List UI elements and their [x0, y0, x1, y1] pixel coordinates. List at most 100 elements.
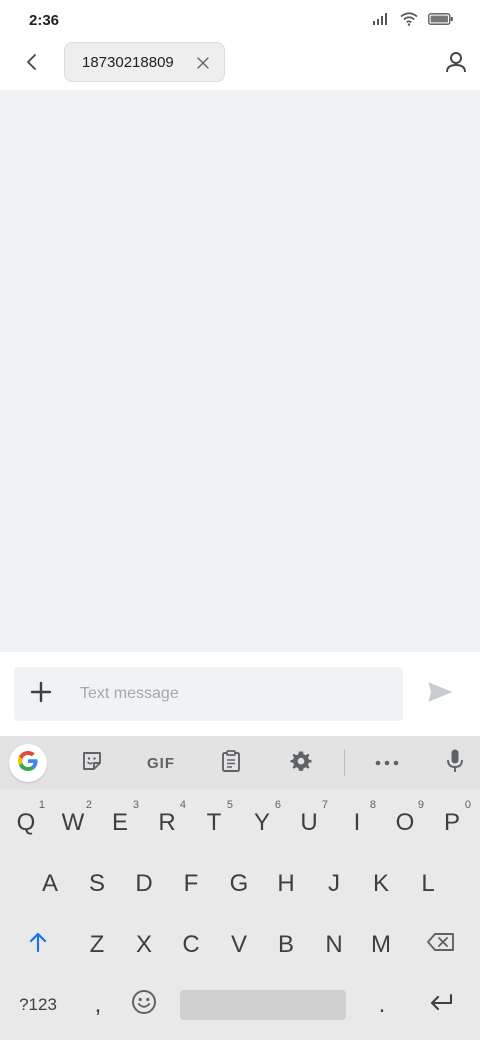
keyboard-toolbar: GIF — [0, 736, 480, 790]
comma-key[interactable]: , — [75, 975, 121, 1035]
conversation-area[interactable] — [0, 90, 480, 652]
key-label: K — [372, 870, 389, 897]
key-e[interactable]: 3E — [97, 793, 143, 853]
close-icon[interactable] — [194, 54, 212, 72]
key-hint: 9 — [417, 799, 424, 811]
key-d[interactable]: D — [121, 854, 167, 914]
key-x[interactable]: X — [121, 915, 167, 975]
send-icon — [427, 681, 453, 708]
key-label: N — [325, 931, 343, 958]
key-w[interactable]: 2W — [50, 793, 96, 853]
contact-button[interactable] — [440, 48, 472, 80]
more-button[interactable] — [368, 745, 406, 781]
status-bar: 2:36 — [0, 0, 480, 42]
key-hint: 1 — [38, 799, 45, 811]
key-label: B — [277, 931, 294, 958]
key-label: L — [421, 870, 435, 897]
key-row-4: ?123 , . — [0, 975, 480, 1035]
key-label: A — [41, 870, 58, 897]
key-label: S — [88, 870, 105, 897]
key-label: C — [182, 931, 200, 958]
key-label: O — [395, 809, 415, 836]
key-g[interactable]: G — [216, 854, 262, 914]
key-a[interactable]: A — [27, 854, 73, 914]
key-hint: 7 — [321, 799, 328, 811]
emoji-key[interactable] — [121, 975, 167, 1035]
key-r[interactable]: 4R — [144, 793, 190, 853]
status-time: 2:36 — [29, 12, 60, 29]
key-label: I — [353, 809, 361, 836]
key-l[interactable]: L — [405, 854, 451, 914]
key-b[interactable]: B — [263, 915, 309, 975]
key-i[interactable]: 8I — [334, 793, 380, 853]
key-label: , — [94, 991, 102, 1018]
wifi-icon — [400, 12, 418, 31]
key-q[interactable]: 1Q — [3, 793, 49, 853]
key-label: X — [135, 931, 152, 958]
key-p[interactable]: 0P — [429, 793, 475, 853]
key-m[interactable]: M — [358, 915, 404, 975]
key-f[interactable]: F — [168, 854, 214, 914]
key-o[interactable]: 9O — [382, 793, 428, 853]
key-k[interactable]: K — [358, 854, 404, 914]
settings-button[interactable] — [282, 745, 320, 781]
key-row-2: A S D F G H J K L — [0, 854, 480, 914]
key-s[interactable]: S — [74, 854, 120, 914]
microphone-button[interactable] — [436, 745, 474, 781]
key-v[interactable]: V — [216, 915, 262, 975]
key-y[interactable]: 6Y — [239, 793, 285, 853]
sticker-button[interactable] — [73, 745, 111, 781]
recipient-chip[interactable]: 18730218809 — [64, 42, 225, 82]
key-label: E — [111, 809, 128, 836]
key-u[interactable]: 7U — [286, 793, 332, 853]
recipient-number: 18730218809 — [82, 54, 174, 71]
clipboard-icon — [220, 749, 242, 778]
message-input[interactable] — [80, 679, 380, 709]
key-hint: 8 — [369, 799, 376, 811]
symbols-key[interactable]: ?123 — [14, 975, 62, 1035]
enter-key[interactable] — [418, 975, 464, 1035]
period-key[interactable]: . — [359, 975, 405, 1035]
plus-icon — [30, 681, 52, 708]
add-attachment-button[interactable] — [26, 679, 56, 709]
key-label: T — [206, 809, 222, 836]
gif-button[interactable]: GIF — [138, 745, 184, 781]
status-icons — [372, 12, 454, 31]
key-label: M — [371, 931, 391, 958]
person-icon — [445, 50, 467, 79]
backspace-key[interactable] — [418, 915, 464, 975]
key-hint: 6 — [274, 799, 281, 811]
gif-icon: GIF — [147, 754, 175, 772]
key-hint: 2 — [85, 799, 92, 811]
key-label: W — [61, 809, 85, 836]
key-hint: 3 — [132, 799, 139, 811]
microphone-icon — [445, 748, 465, 779]
key-label: . — [378, 991, 386, 1018]
emoji-icon — [131, 989, 157, 1022]
key-label: P — [443, 809, 460, 836]
keyboard: G I F 1 Q 2 W 3 E 4 R 5 T 6 Y 7 U 8 I 9 O … — [0, 736, 480, 1040]
key-label: U — [300, 809, 318, 836]
key-label: H — [277, 870, 295, 897]
key-t[interactable]: 5T — [191, 793, 237, 853]
google-icon — [16, 749, 40, 778]
key-label: G — [229, 870, 249, 897]
send-button[interactable] — [422, 676, 458, 712]
battery-icon — [428, 12, 454, 31]
back-button[interactable] — [16, 48, 48, 80]
key-label: Z — [89, 931, 105, 958]
key-j[interactable]: J — [311, 854, 357, 914]
key-n[interactable]: N — [311, 915, 357, 975]
key-label: Q — [16, 809, 36, 836]
key-z[interactable]: Z — [74, 915, 120, 975]
key-h[interactable]: H — [263, 854, 309, 914]
google-button[interactable] — [9, 744, 47, 782]
shift-icon — [28, 931, 48, 960]
shift-key[interactable] — [15, 915, 61, 975]
key-c[interactable]: C — [168, 915, 214, 975]
conversation-header: 18730218809 — [0, 42, 480, 90]
key-hint: 4 — [179, 799, 186, 811]
enter-icon — [428, 991, 454, 1019]
space-key[interactable] — [180, 990, 346, 1020]
clipboard-button[interactable] — [212, 745, 250, 781]
